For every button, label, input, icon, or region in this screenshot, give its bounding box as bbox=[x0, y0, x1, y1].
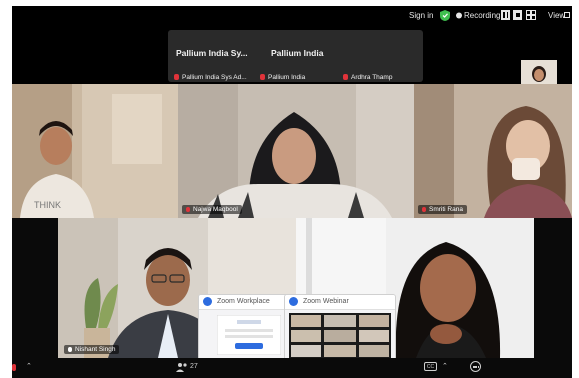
video-tile[interactable]: Najwa Maqbool bbox=[178, 84, 414, 218]
zoom-webinar-preview[interactable]: Zoom Webinar bbox=[284, 294, 396, 362]
participant-label: Pallium India bbox=[260, 74, 305, 81]
participant-name-label: Smriti Rana bbox=[418, 205, 467, 214]
meeting-toolbar: ⌃ 27 CC ⌃ bbox=[12, 358, 572, 378]
participant-name-label: Nishant Singh bbox=[64, 345, 120, 354]
participants-icon[interactable] bbox=[176, 362, 188, 372]
preview-title: Zoom Workplace bbox=[217, 298, 270, 305]
empty-tile-area bbox=[12, 218, 58, 358]
mic-muted-icon bbox=[343, 74, 348, 80]
participant-name-label: Najwa Maqbool bbox=[182, 205, 242, 214]
mic-muted-icon bbox=[174, 74, 179, 80]
chevron-up-icon[interactable]: ⌃ bbox=[442, 362, 448, 370]
preview-thumbnail bbox=[217, 315, 281, 355]
stop-icon[interactable] bbox=[513, 10, 522, 20]
mic-muted-icon bbox=[260, 74, 265, 80]
view-button[interactable]: View bbox=[548, 11, 565, 20]
video-tile[interactable]: Smriti Rana bbox=[414, 84, 572, 218]
participant-label: Pallium India Sys Ad... bbox=[174, 74, 247, 81]
chevron-up-icon[interactable]: ⌃ bbox=[26, 362, 32, 370]
pause-icon[interactable] bbox=[501, 10, 510, 20]
zoom-logo-icon bbox=[289, 297, 298, 306]
closed-caption-icon[interactable]: CC bbox=[424, 362, 437, 371]
mic-muted-icon[interactable] bbox=[12, 364, 16, 371]
participant-name: Pallium India Sy... bbox=[176, 48, 248, 58]
video-tile[interactable]: THINK bbox=[12, 84, 178, 218]
participant-label: Ardhra Thamp bbox=[343, 74, 392, 81]
preview-title-bar: Zoom Webinar bbox=[285, 295, 395, 310]
preview-title: Zoom Webinar bbox=[303, 298, 349, 305]
participants-count: 27 bbox=[190, 363, 198, 370]
participant-strip: Pallium India Sy... Pallium India Palliu… bbox=[168, 30, 557, 94]
recording-dot-icon bbox=[456, 12, 462, 19]
preview-thumbnail bbox=[289, 313, 391, 359]
mic-muted-icon bbox=[186, 207, 190, 212]
top-bar: Sign in Recording... View bbox=[12, 6, 572, 26]
mic-icon bbox=[68, 347, 72, 352]
mic-muted-icon bbox=[422, 207, 426, 212]
view-grid-icon bbox=[564, 12, 570, 18]
more-icon[interactable] bbox=[470, 361, 481, 372]
shield-check-icon bbox=[440, 10, 450, 21]
zoom-meeting-window: Sign in Recording... View Pallium India … bbox=[12, 6, 572, 378]
zoom-logo-icon bbox=[203, 297, 212, 306]
empty-tile-area bbox=[534, 218, 572, 358]
participant-name: Pallium India bbox=[271, 48, 324, 58]
svg-text:THINK: THINK bbox=[34, 200, 61, 210]
grid-icon[interactable] bbox=[526, 10, 536, 20]
sign-in-link[interactable]: Sign in bbox=[409, 11, 433, 20]
